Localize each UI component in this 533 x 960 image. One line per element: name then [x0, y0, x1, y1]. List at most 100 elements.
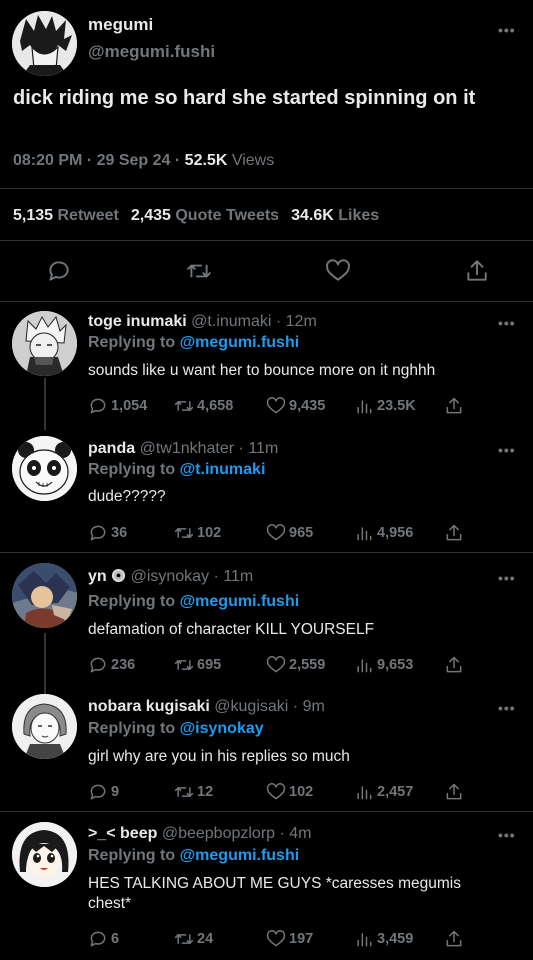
retweet-count: 12 [197, 784, 214, 800]
reply-time[interactable]: 11m [248, 440, 278, 457]
replying-to-mention[interactable]: @megumi.fushi [180, 847, 300, 864]
more-options-icon[interactable]: ••• [498, 570, 516, 586]
meta-dot: · [279, 825, 285, 842]
reply-tweet[interactable]: yn @isynokay · 11m ••• Replying to @megu… [0, 553, 533, 683]
like-button[interactable]: 102 [266, 781, 313, 803]
reply-tweet[interactable]: panda @tw1nkhater · 11m ••• Replying to … [0, 430, 533, 552]
like-count: 965 [289, 525, 314, 541]
reply-actions: 236 695 2,559 9,653 [88, 654, 478, 676]
reply-time[interactable]: 11m [223, 568, 253, 585]
reply-tweet[interactable]: >_< beep @beepbopzlorp · 4m ••• Replying… [0, 812, 533, 960]
views-count: 23.5K [377, 398, 416, 414]
views-button[interactable]: 23.5K [354, 395, 416, 417]
share-button[interactable] [444, 781, 467, 803]
share-button[interactable] [444, 522, 467, 544]
retweet-count: 102 [197, 525, 222, 541]
like-button[interactable]: 965 [266, 522, 313, 544]
reply-button[interactable]: 1,054 [88, 395, 147, 417]
more-options-icon[interactable]: ••• [498, 700, 516, 716]
meta-dot: · [238, 440, 244, 457]
reply-actions: 1,054 4,658 9,435 23.5K [88, 395, 478, 417]
avatar[interactable] [12, 311, 77, 376]
share-icon [446, 397, 462, 414]
avatar[interactable] [12, 11, 77, 76]
reply-author-handle[interactable]: @tw1nkhater [140, 440, 235, 457]
reply-author-name[interactable]: panda [88, 440, 135, 457]
toge-avatar-icon [12, 311, 77, 376]
reply-time[interactable]: 9m [303, 698, 325, 715]
like-button[interactable]: 197 [266, 928, 313, 950]
retweet-button[interactable]: 695 [174, 654, 221, 676]
avatar[interactable] [12, 436, 77, 501]
meta-dot: · [275, 313, 282, 330]
reply-button[interactable]: 6 [88, 928, 119, 950]
retweet-icon[interactable] [186, 258, 214, 286]
reply-tweet[interactable]: nobara kugisaki @kugisaki · 9m ••• Reply… [0, 683, 533, 811]
tweet-date[interactable]: 29 Sep 24 [97, 152, 171, 169]
avatar[interactable] [12, 822, 77, 887]
replying-to-mention[interactable]: @megumi.fushi [180, 334, 300, 351]
views-button[interactable]: 9,653 [354, 654, 413, 676]
views-count: 9,653 [377, 657, 414, 673]
reply-author-name[interactable]: nobara kugisaki [88, 698, 210, 715]
likes-label: Likes [338, 207, 380, 224]
like-icon[interactable] [325, 258, 353, 286]
more-options-icon[interactable]: ••• [498, 442, 516, 458]
avatar[interactable] [12, 563, 77, 628]
avatar[interactable] [12, 694, 77, 759]
like-button[interactable]: 9,435 [266, 395, 325, 417]
reply-tweet[interactable]: toge inumaki @t.inumaki · 12m ••• Replyi… [0, 303, 533, 429]
share-button[interactable] [444, 654, 467, 676]
share-icon[interactable] [464, 258, 492, 286]
share-button[interactable] [444, 395, 467, 417]
like-icon [266, 397, 286, 414]
reply-author-handle[interactable]: @t.inumaki [191, 313, 271, 330]
reply-button[interactable]: 9 [88, 781, 119, 803]
views-button[interactable]: 2,457 [354, 781, 413, 803]
reply-count: 9 [111, 784, 120, 800]
more-options-icon[interactable]: ••• [498, 22, 516, 38]
share-button[interactable] [444, 928, 467, 950]
panda-avatar-icon [12, 436, 77, 501]
reply-author-name[interactable]: yn [88, 568, 107, 585]
reply-time[interactable]: 4m [289, 825, 311, 842]
reply-button[interactable]: 36 [88, 522, 127, 544]
views-button[interactable]: 3,459 [354, 928, 413, 950]
replying-to-mention[interactable]: @isynokay [180, 720, 264, 737]
retweet-button[interactable]: 4,658 [174, 395, 233, 417]
retweet-button[interactable]: 24 [174, 928, 213, 950]
reply-text: girl why are you in his replies so much [88, 748, 350, 765]
replying-to-mention[interactable]: @megumi.fushi [180, 593, 300, 610]
reply-count: 6 [111, 931, 120, 947]
tweet-meta: 08:20 PM · 29 Sep 24 · 52.5K Views [13, 152, 274, 170]
replying-to: Replying to @megumi.fushi [88, 593, 299, 611]
tweet-time[interactable]: 08:20 PM [13, 152, 82, 169]
like-count: 197 [289, 931, 314, 947]
retweets-stat[interactable]: 5,135 Retweet [13, 207, 119, 224]
reply-author-name[interactable]: >_< beep [88, 825, 157, 842]
like-count: 102 [289, 784, 314, 800]
reply-button[interactable]: 236 [88, 654, 135, 676]
views-button[interactable]: 4,956 [354, 522, 413, 544]
retweet-button[interactable]: 102 [174, 522, 221, 544]
reply-author-handle[interactable]: @beepbopzlorp [162, 825, 275, 842]
share-icon [446, 930, 462, 947]
author-name[interactable]: megumi [88, 15, 153, 35]
more-options-icon[interactable]: ••• [498, 315, 516, 331]
quotes-stat[interactable]: 2,435 Quote Tweets [131, 207, 279, 224]
more-options-icon[interactable]: ••• [498, 827, 516, 843]
reply-text: defamation of character KILL YOURSELF [88, 621, 375, 638]
beep-avatar-icon [12, 822, 77, 887]
reply-icon[interactable] [46, 258, 74, 286]
author-handle[interactable]: @megumi.fushi [88, 42, 215, 62]
like-button[interactable]: 2,559 [266, 654, 325, 676]
replying-to: Replying to @isynokay [88, 720, 264, 738]
reply-author-handle[interactable]: @isynokay [131, 568, 210, 585]
retweet-button[interactable]: 12 [174, 781, 213, 803]
reply-author-name[interactable]: toge inumaki [88, 313, 187, 330]
likes-stat[interactable]: 34.6K Likes [291, 207, 379, 224]
replying-to-mention[interactable]: @t.inumaki [180, 461, 266, 478]
views-icon [357, 527, 372, 541]
reply-author-handle[interactable]: @kugisaki [214, 698, 288, 715]
reply-time[interactable]: 12m [286, 313, 317, 330]
